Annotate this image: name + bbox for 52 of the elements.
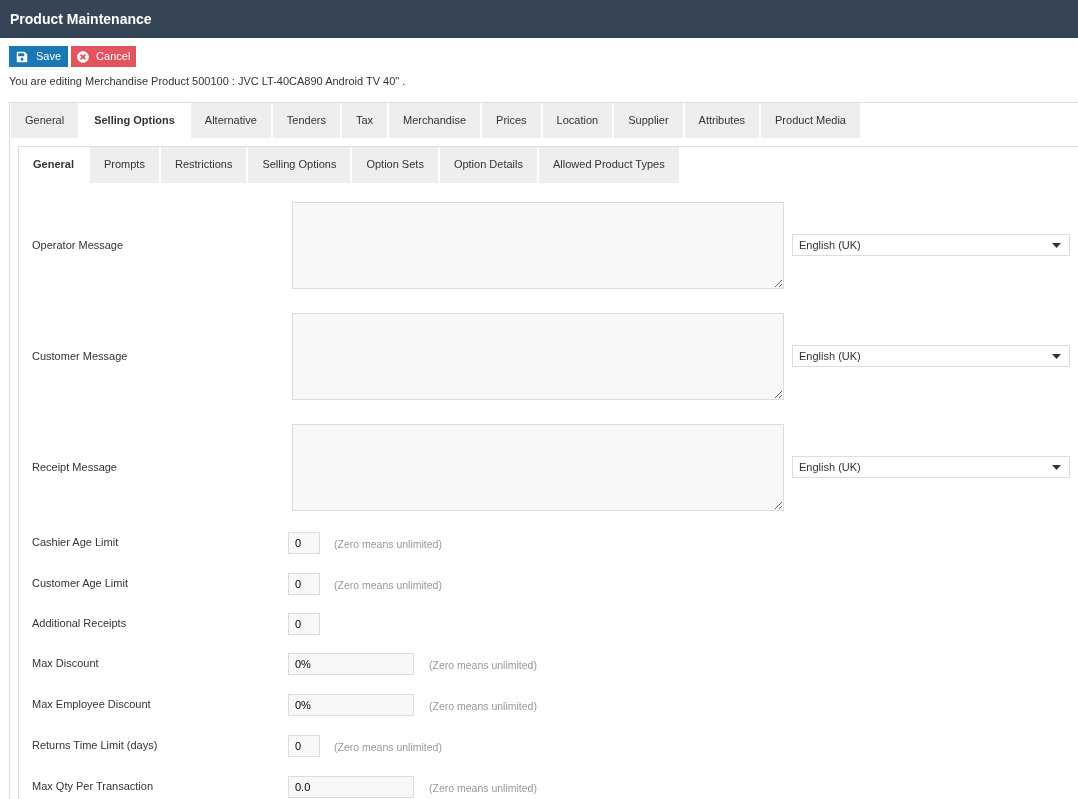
text-input[interactable]: 0.0 [288, 775, 414, 798]
caret-down-icon [1052, 464, 1061, 470]
field-label: Customer Age Limit [32, 576, 129, 592]
tab[interactable]: Option Details [439, 146, 537, 183]
text-input[interactable]: 0 [288, 612, 320, 635]
language-select[interactable]: English (UK) [792, 456, 1070, 478]
field-label: Cashier Age Limit [32, 535, 120, 551]
tab[interactable]: Attributes [684, 102, 760, 138]
field-label: Operator Message [32, 237, 125, 253]
tab[interactable]: Merchandise [389, 102, 481, 138]
hint-text: (Zero means unlimited) [429, 781, 537, 794]
hint-text: (Zero means unlimited) [334, 740, 442, 753]
tab[interactable]: Restrictions [160, 146, 247, 183]
field-label: Receipt Message [32, 459, 118, 475]
tab[interactable]: Tax [341, 102, 388, 138]
tab[interactable]: Prompts [89, 146, 159, 183]
hint-text: (Zero means unlimited) [429, 699, 537, 712]
tab[interactable]: Prices [482, 102, 541, 138]
text-input[interactable]: 0% [288, 693, 414, 716]
field-label: Additional Receipts [32, 616, 128, 632]
hint-text: (Zero means unlimited) [429, 658, 537, 671]
message-textarea[interactable] [292, 201, 784, 289]
editing-notice: You are editing Merchandise Product 500100 : JVC LT-40CA890 Android TV 40" . [9, 74, 407, 89]
tab[interactable]: Alternative [190, 102, 271, 138]
hint-text: (Zero means unlimited) [334, 578, 442, 591]
caret-down-icon [1052, 353, 1061, 359]
tab[interactable]: Tenders [272, 102, 340, 138]
text-input[interactable]: 0 [288, 572, 320, 595]
field-label: Max Employee Discount [32, 697, 152, 713]
hint-text: (Zero means unlimited) [334, 537, 442, 550]
text-input[interactable]: 0% [288, 652, 414, 675]
page-title: Product Maintenance [10, 9, 152, 29]
field-label: Max Discount [32, 656, 100, 672]
field-label: Customer Message [32, 348, 129, 364]
tab[interactable]: Supplier [614, 102, 683, 138]
tab[interactable]: Selling Options [248, 146, 351, 183]
caret-down-icon [1052, 242, 1061, 248]
tab[interactable]: Allowed Product Types [539, 146, 679, 183]
field-label: Max Qty Per Transaction [32, 779, 155, 795]
save-button[interactable]: Save [9, 46, 69, 67]
message-textarea[interactable] [292, 312, 784, 400]
tab[interactable]: Option Sets [352, 146, 438, 183]
field-label: Returns Time Limit (days) [32, 738, 159, 754]
tab[interactable]: Location [542, 102, 613, 138]
language-select[interactable]: English (UK) [792, 234, 1070, 256]
message-textarea[interactable] [292, 423, 784, 511]
tab[interactable]: General [11, 102, 79, 138]
language-select[interactable]: English (UK) [792, 345, 1070, 367]
cancel-button[interactable]: Cancel [71, 46, 137, 67]
tab[interactable]: Product Media [761, 102, 860, 138]
text-input[interactable]: 0 [288, 531, 320, 554]
text-input[interactable]: 0 [288, 734, 320, 757]
